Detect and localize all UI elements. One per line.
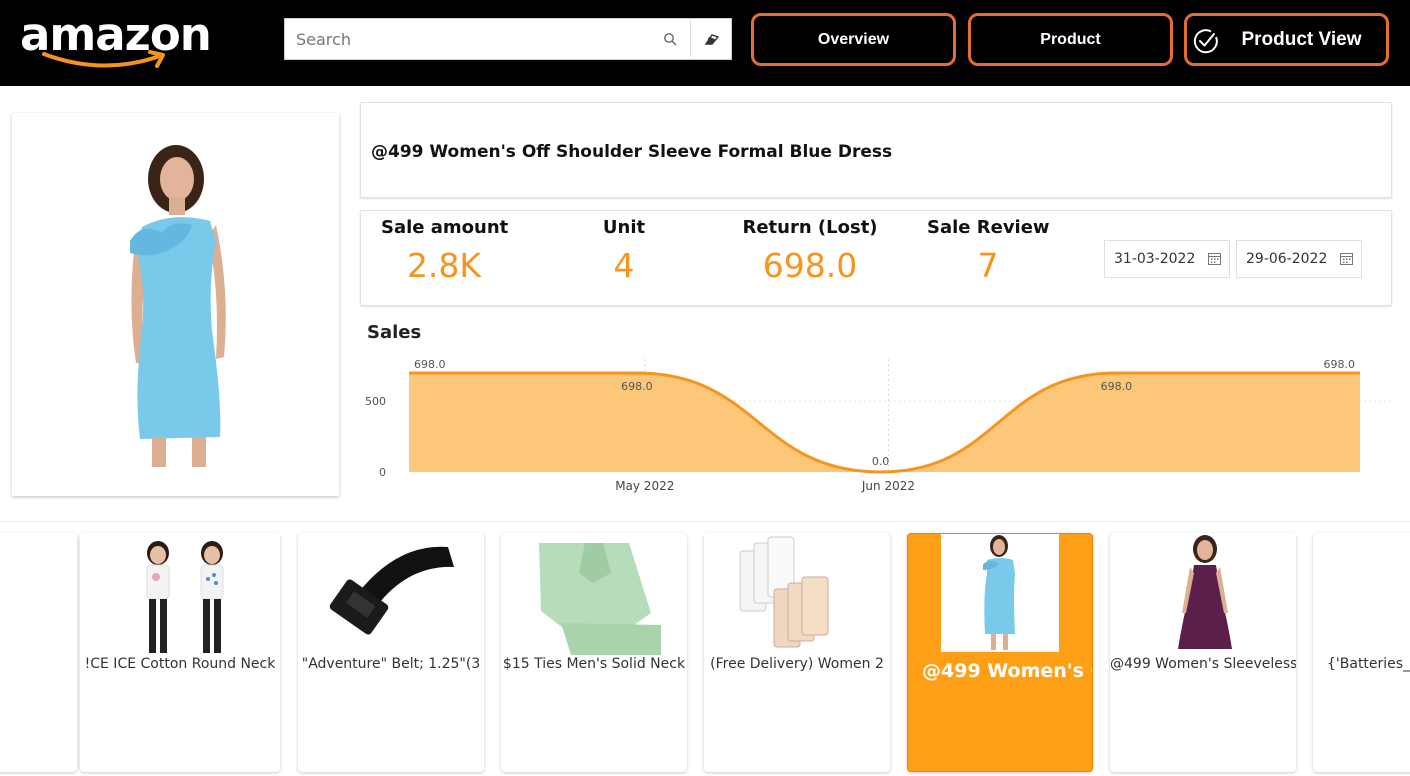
y-tick-label: 500: [365, 395, 386, 408]
data-label: 0.0: [872, 455, 890, 468]
product-card-label: @499 Women's Sleeveless: [1110, 656, 1296, 672]
chart-title: Sales: [367, 322, 422, 343]
overview-button[interactable]: Overview: [751, 13, 956, 66]
search-input[interactable]: [285, 19, 655, 59]
data-label: 698.0: [414, 358, 446, 371]
overview-button-label: Overview: [817, 30, 890, 48]
product-card-image-frame: [941, 534, 1059, 652]
date-from-value: 31-03-2022: [1114, 251, 1196, 267]
date-to-input[interactable]: 29-06-2022: [1236, 240, 1362, 278]
product-title-card: @499 Women's Off Shoulder Sleeve Formal …: [360, 102, 1392, 198]
product-card[interactable]: !CE ICE Cotton Round Neck: [80, 533, 280, 772]
product-card[interactable]: $15 Ties Men's Solid Neck: [501, 533, 687, 772]
bra-extender-image: [739, 536, 829, 648]
product-button[interactable]: Product: [968, 13, 1173, 66]
product-button-label: Product: [1040, 30, 1101, 48]
check-circle-icon: [1193, 29, 1218, 54]
kpi-sale-amount: Sale amount 2.8K: [381, 217, 509, 285]
product-card-label: @499 Women's Off: [922, 660, 1092, 682]
data-label: 698.0: [1101, 380, 1133, 393]
search-icon[interactable]: [659, 29, 681, 49]
product-card-label: {'Batteries_: [1327, 656, 1410, 672]
product-card[interactable]: @499 Women's Sleeveless: [1110, 533, 1296, 772]
kpi-sale-amount-label: Sale amount: [381, 217, 509, 238]
section-divider: [0, 521, 1410, 522]
top-bar: amazon Overview Product: [0, 0, 1410, 86]
product-view-dashboard: amazon Overview Product: [0, 0, 1410, 776]
product-card-label: !CE ICE Cotton Round Neck: [84, 656, 276, 672]
kpi-return-lost-label: Return (Lost): [742, 217, 878, 238]
y-tick-label: 0: [379, 466, 386, 479]
search-box: [284, 18, 732, 60]
x-tick-label: May 2022: [615, 479, 674, 493]
calendar-icon[interactable]: [1208, 252, 1221, 265]
kpi-unit: Unit 4: [594, 217, 654, 285]
calendar-icon[interactable]: [1340, 252, 1353, 265]
search-divider: [690, 21, 691, 57]
data-label: 698.0: [621, 380, 653, 393]
x-tick-label: Jun 2022: [861, 479, 915, 493]
product-card-label: (Free Delivery) Women 2: [710, 656, 884, 672]
blue-dress-model-image: [130, 145, 226, 467]
product-card-label: $15 Ties Men's Solid Neck: [502, 656, 686, 672]
kpi-sale-amount-value: 2.8K: [406, 246, 482, 285]
logo-smile-arrow-icon: [42, 50, 165, 68]
product-card[interactable]: (Free Delivery) Women 2: [704, 533, 890, 772]
purple-dress-image: [1178, 535, 1232, 649]
kpi-card: Sale amount 2.8K Unit 4 Return (Lost) 69…: [360, 210, 1392, 306]
date-from-input[interactable]: 31-03-2022: [1104, 240, 1230, 278]
kpi-unit-label: Unit: [602, 217, 646, 238]
tie-image: [539, 543, 661, 655]
belt-image: [329, 546, 454, 635]
kpi-return-lost-value: 698.0: [762, 246, 858, 285]
product-card[interactable]: {'Batteries_: [1313, 533, 1410, 772]
kpi-return-lost: Return (Lost) 698.0: [739, 217, 881, 285]
product-view-button[interactable]: Product View: [1184, 13, 1389, 66]
product-card-partial[interactable]: [0, 533, 77, 772]
kids-tshirts-image: [146, 541, 224, 653]
amazon-logo: amazon: [18, 8, 218, 72]
kpi-unit-value: 4: [613, 246, 635, 285]
blue-dress-image: [983, 535, 1015, 650]
kpi-sale-review-value: 7: [977, 246, 999, 285]
data-label: 698.0: [1324, 358, 1356, 371]
product-card[interactable]: "Adventure" Belt; 1.25"(3: [298, 533, 484, 772]
product-image-card: [12, 113, 339, 496]
eraser-icon[interactable]: [699, 28, 723, 50]
product-title: @499 Women's Off Shoulder Sleeve Formal …: [371, 142, 893, 162]
date-to-value: 29-06-2022: [1246, 251, 1328, 267]
kpi-sale-review-label: Sale Review: [927, 217, 1050, 238]
product-carousel: !CE ICE Cotton Round Neck "Adventure" Be…: [0, 530, 1410, 776]
product-card-label: "Adventure" Belt; 1.25"(3: [301, 656, 481, 672]
kpi-sale-review: Sale Review 7: [927, 217, 1050, 285]
product-view-button-label: Product View: [1241, 28, 1362, 50]
sales-area-chart: 0 500 May 2022 Jun 2022 698.0 698.0 0.0 698.0 69…: [365, 358, 1395, 493]
product-card-selected[interactable]: @499 Women's Off: [907, 533, 1093, 772]
